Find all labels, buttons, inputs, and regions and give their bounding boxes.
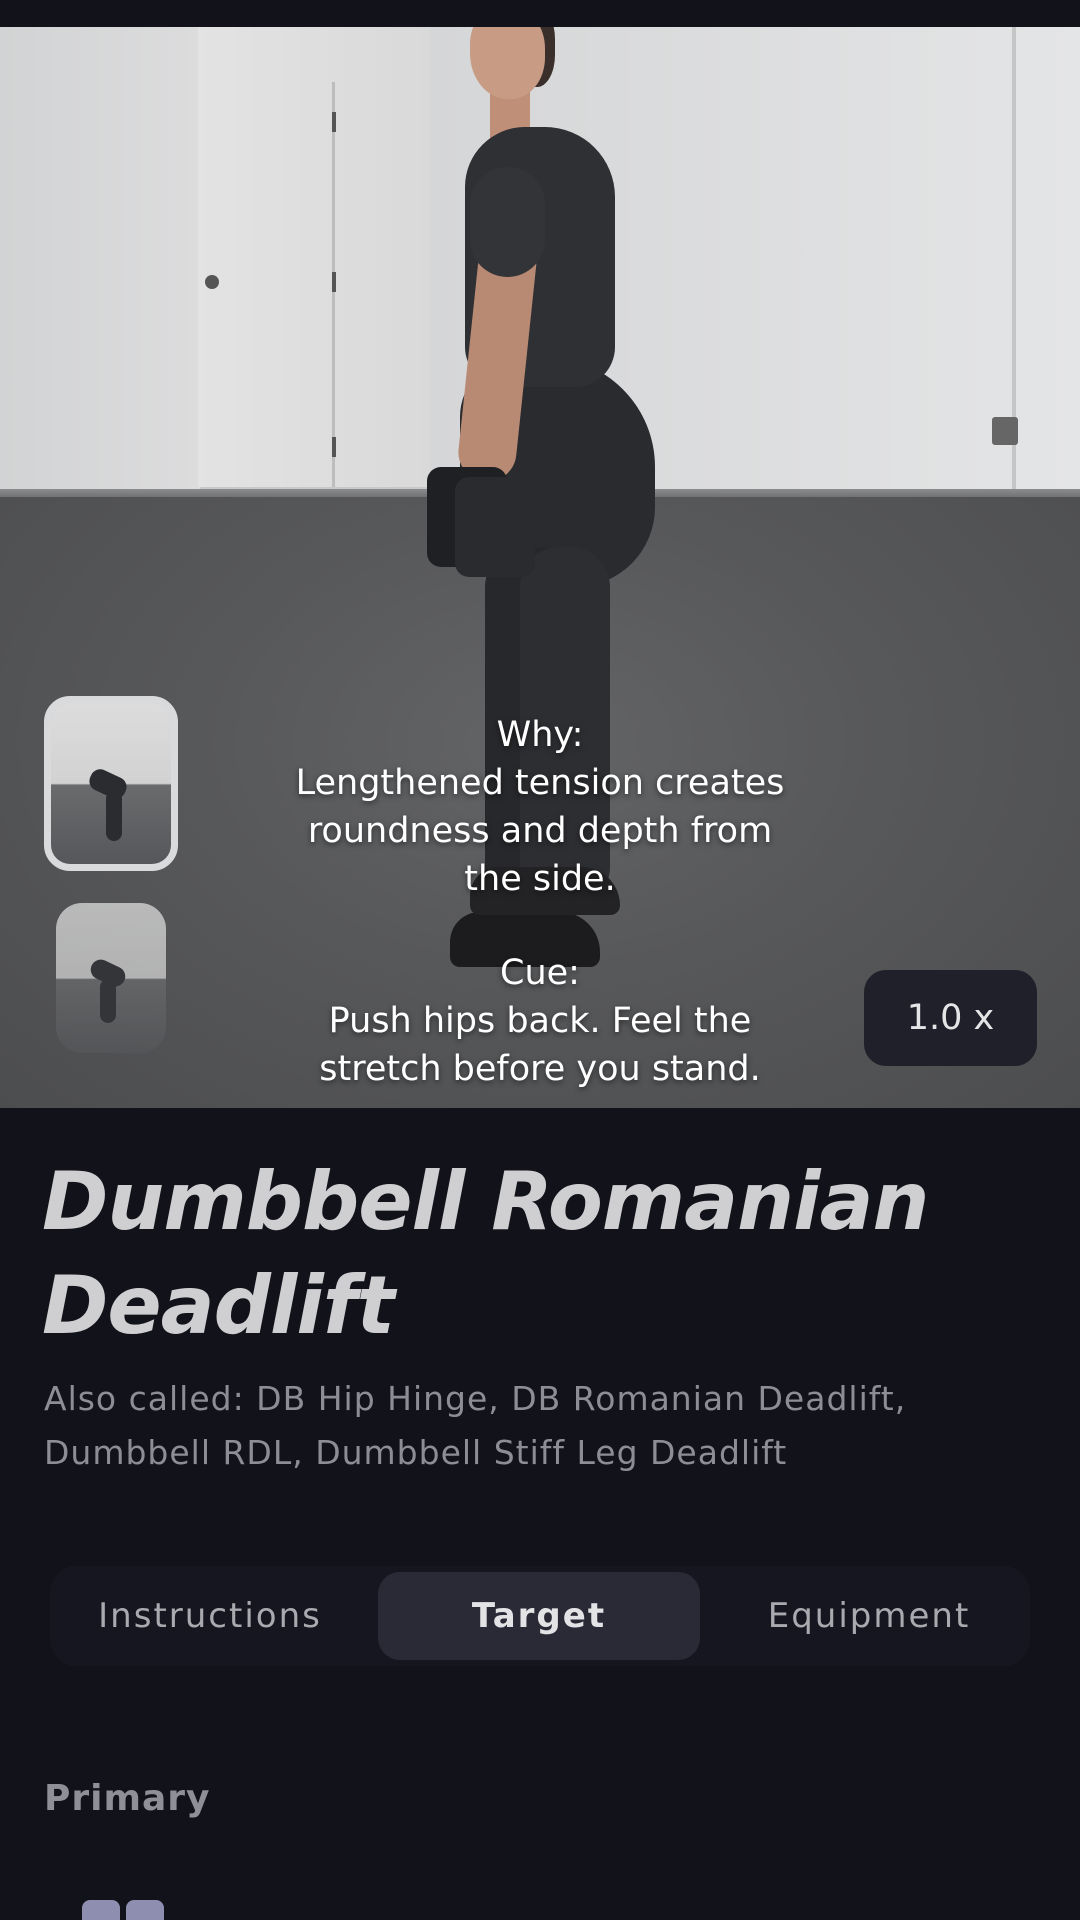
door-knob [205, 275, 219, 289]
video-thumbnail-selected[interactable] [44, 696, 178, 871]
athlete-sleeve [470, 167, 545, 277]
door-hinge [332, 112, 336, 132]
athlete-head [470, 27, 545, 99]
why-caption: Why: Lengthened tension creates roundnes… [240, 711, 840, 903]
why-heading: Why: [496, 715, 584, 755]
dumbbell-icon [427, 467, 547, 577]
video-thumbnail[interactable] [56, 903, 166, 1053]
background-door [198, 27, 433, 487]
muscle-shape [126, 1900, 164, 1920]
why-text: Lengthened tension creates roundness and… [295, 763, 785, 899]
exercise-detail-screen: Why: Lengthened tension creates roundnes… [0, 0, 1080, 1920]
wall-corner [1012, 27, 1016, 532]
dumbbell-plate [455, 477, 535, 577]
background-wall [0, 27, 200, 532]
primary-muscles-heading: Primary [44, 1778, 211, 1819]
tab-equipment[interactable]: Equipment [708, 1572, 1030, 1660]
muscle-group-icon [82, 1900, 166, 1920]
thumbnail-figure [106, 791, 122, 841]
playback-speed-button[interactable]: 1.0 x [864, 970, 1037, 1066]
detail-tabs: Instructions Target Equipment [50, 1566, 1030, 1666]
cue-heading: Cue: [500, 953, 580, 993]
cue-text: Push hips back. Feel the stretch before … [319, 1001, 761, 1089]
tab-target[interactable]: Target [378, 1572, 700, 1660]
door-hinge [332, 272, 336, 292]
muscle-shape [82, 1900, 120, 1920]
door-hinge [332, 437, 336, 457]
exercise-video[interactable]: Why: Lengthened tension creates roundnes… [0, 27, 1080, 1108]
wall-outlet [992, 417, 1018, 445]
tab-instructions[interactable]: Instructions [50, 1572, 370, 1660]
exercise-title: Dumbbell Romanian Deadlift [42, 1155, 929, 1352]
thumbnail-figure [100, 979, 116, 1023]
exercise-aliases: Also called: DB Hip Hinge, DB Romanian D… [44, 1379, 907, 1472]
cue-caption: Cue: Push hips back. Feel the stretch be… [240, 949, 840, 1093]
